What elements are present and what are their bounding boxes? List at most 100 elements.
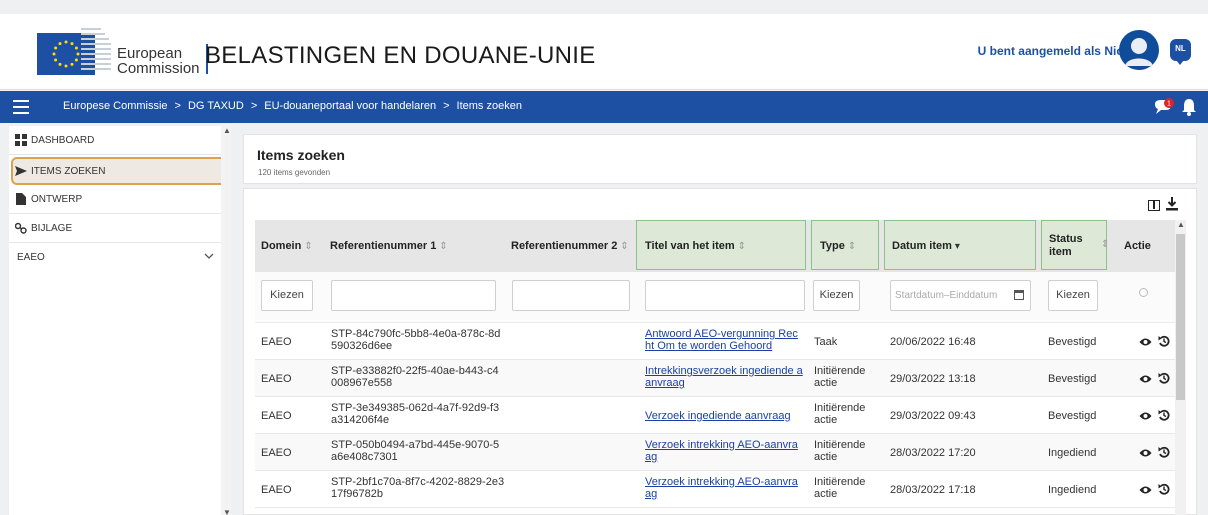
view-eye-icon[interactable]: [1139, 485, 1152, 495]
column-header-domein[interactable]: Domein ⇕: [261, 220, 321, 272]
sort-icon: ⇕: [847, 241, 857, 252]
column-header-status[interactable]: Status item ⇕: [1041, 220, 1110, 270]
sort-icon: ⇕: [304, 241, 313, 252]
download-icon[interactable]: [1165, 197, 1179, 211]
domain-filter-select[interactable]: Kiezen: [261, 280, 313, 311]
item-title-link[interactable]: Verzoek intrekking AEO-aanvra ag: [645, 439, 798, 463]
sidebar-item-label: ONTWERP: [31, 194, 83, 205]
ref1-line: STP-3e349385-062d-4a7f-92d9-f3: [331, 402, 500, 414]
ec-wordmark: European Commission: [117, 46, 200, 76]
type-line: Initiërende: [814, 476, 866, 488]
results-table: Domein ⇕ Referentienummer 1 ⇕ Referentienu…: [255, 220, 1175, 508]
table-row[interactable]: EAEO STP-3e349385-062d-4a7f-92d9-f3 a3142…: [255, 397, 1175, 434]
ref1-line: a314206f4e: [331, 414, 390, 426]
menu-icon[interactable]: [13, 100, 29, 114]
column-header-datum[interactable]: Datum item ▾: [884, 220, 1036, 270]
breadcrumb-separator: >: [443, 100, 450, 112]
title-line: ag: [645, 451, 658, 463]
column-label: Status item: [1049, 233, 1083, 258]
clear-filters-icon[interactable]: [1139, 288, 1148, 297]
cell-type: Taak: [814, 336, 837, 348]
view-eye-icon[interactable]: [1139, 448, 1152, 458]
column-label: Referentienummer 2: [511, 240, 618, 252]
sort-icon: ⇕: [1101, 239, 1110, 250]
title-line: anvraag: [645, 377, 685, 389]
ec-logo[interactable]: European Commission: [19, 24, 208, 80]
view-eye-icon[interactable]: [1139, 337, 1152, 347]
sidebar-item-bijlage[interactable]: BIJLAGE: [9, 214, 231, 243]
table-row[interactable]: EAEO STP-84c790fc-5bb8-4e0a-878c-8d 59032…: [255, 323, 1175, 360]
breadcrumb-item[interactable]: Europese Commissie: [63, 100, 168, 112]
date-range-input[interactable]: Startdatum–Einddatum: [890, 280, 1031, 311]
sidebar-item-items-zoeken[interactable]: ITEMS ZOEKEN: [11, 157, 229, 185]
ref1-line: STP-050b0494-a7bd-445e-9070-5: [331, 439, 500, 451]
status-filter-select[interactable]: Kiezen: [1048, 280, 1098, 311]
title-line: Antwoord AEO-vergunning Rec: [645, 328, 798, 340]
view-eye-icon[interactable]: [1139, 411, 1152, 421]
title-filter-input[interactable]: [645, 280, 805, 311]
history-icon[interactable]: [1158, 372, 1170, 384]
bell-icon[interactable]: [1181, 98, 1197, 116]
title-line: Verzoek intrekking AEO-aanvra: [645, 439, 798, 451]
column-header-titel[interactable]: Titel van het item ⇕: [636, 220, 806, 270]
language-switcher[interactable]: NL: [1170, 39, 1191, 65]
cell-ref1: STP-3e349385-062d-4a7f-92d9-f3 a314206f4e: [331, 402, 499, 426]
ref1-line: 590326d6ee: [331, 340, 393, 352]
results-header: Items zoeken 120 items gevonden: [243, 134, 1197, 184]
sidebar-item-ontwerp[interactable]: ONTWERP: [9, 185, 231, 214]
item-title-link[interactable]: Verzoek ingediende aanvraag: [645, 410, 791, 422]
table-row[interactable]: EAEO STP-2bf1c70a-8f7c-4202-8829-2e3 17f9…: [255, 471, 1175, 508]
title-line: Intrekkingsverzoek ingediende a: [645, 365, 803, 377]
column-header-type[interactable]: Type ⇕: [811, 220, 879, 270]
ref1-filter-input[interactable]: [331, 280, 496, 311]
type-line: Initiërende: [814, 365, 866, 377]
cell-date: 29/03/2022 09:43: [890, 410, 976, 422]
title-line: ht Om te worden Gehoord: [645, 340, 773, 352]
calendar-icon[interactable]: [1014, 290, 1024, 300]
item-title-link[interactable]: Intrekkingsverzoek ingediende a anvraag: [645, 365, 803, 389]
cell-domain: EAEO: [261, 484, 292, 496]
scrollbar-thumb[interactable]: [1176, 234, 1185, 400]
document-icon: [16, 193, 26, 205]
scroll-down-icon[interactable]: ▼: [223, 508, 231, 515]
ref2-filter-input[interactable]: [512, 280, 630, 311]
type-line: actie: [814, 488, 838, 500]
title-line: ag: [645, 488, 658, 500]
table-row[interactable]: EAEO STP-050b0494-a7bd-445e-9070-5 a6e408…: [255, 434, 1175, 471]
item-title-link[interactable]: Verzoek intrekking AEO-aanvra ag: [645, 476, 798, 500]
history-icon[interactable]: [1158, 446, 1170, 458]
sort-icon: ⇕: [439, 241, 448, 252]
scroll-up-icon[interactable]: ▲: [1177, 220, 1185, 229]
history-icon[interactable]: [1158, 409, 1170, 421]
logo-stripes: [81, 28, 111, 78]
type-line: Initiërende: [814, 402, 866, 414]
cell-date: 28/03/2022 17:18: [890, 484, 976, 496]
avatar[interactable]: [1119, 30, 1159, 70]
breadcrumb-item[interactable]: EU-douaneportaal voor handelaren: [264, 100, 436, 112]
breadcrumb-item[interactable]: DG TAXUD: [188, 100, 244, 112]
chat-notification-icon[interactable]: 1: [1153, 98, 1175, 118]
history-icon[interactable]: [1158, 483, 1170, 495]
table-row[interactable]: EAEO STP-e33882f0-22f5-40ae-b443-c4 00896…: [255, 360, 1175, 397]
item-title-link[interactable]: Antwoord AEO-vergunning Rec ht Om te word…: [645, 328, 798, 352]
cell-type: Initiërende actie: [814, 476, 865, 500]
type-filter-select[interactable]: Kiezen: [813, 280, 860, 311]
scroll-up-icon[interactable]: ▲: [223, 126, 231, 135]
breadcrumb: Europese Commissie > DG TAXUD > EU-douanepor…: [63, 100, 522, 112]
sidebar-item-dashboard[interactable]: DASHBOARD: [9, 126, 231, 155]
title-line: Verzoek intrekking AEO-aanvra: [645, 476, 798, 488]
column-header-ref2[interactable]: Referentienummer 2 ⇕: [511, 220, 636, 272]
sidebar-scrollbar[interactable]: ▲ ▼: [221, 124, 231, 515]
column-label: Actie: [1124, 240, 1151, 252]
table-scrollbar[interactable]: ▲: [1175, 220, 1186, 515]
view-eye-icon[interactable]: [1139, 374, 1152, 384]
column-header-ref1[interactable]: Referentienummer 1 ⇕: [330, 220, 500, 272]
attachment-icon: [15, 222, 27, 234]
sidebar: DASHBOARD ITEMS ZOEKEN ONTWERP BIJLAGE E…: [9, 126, 231, 515]
columns-icon[interactable]: [1148, 200, 1160, 211]
breadcrumb-current: Items zoeken: [456, 100, 522, 112]
sidebar-item-eaeo[interactable]: EAEO: [9, 243, 231, 272]
org-line1: European: [117, 45, 183, 62]
history-icon[interactable]: [1158, 335, 1170, 347]
type-line: Taak: [814, 336, 838, 348]
